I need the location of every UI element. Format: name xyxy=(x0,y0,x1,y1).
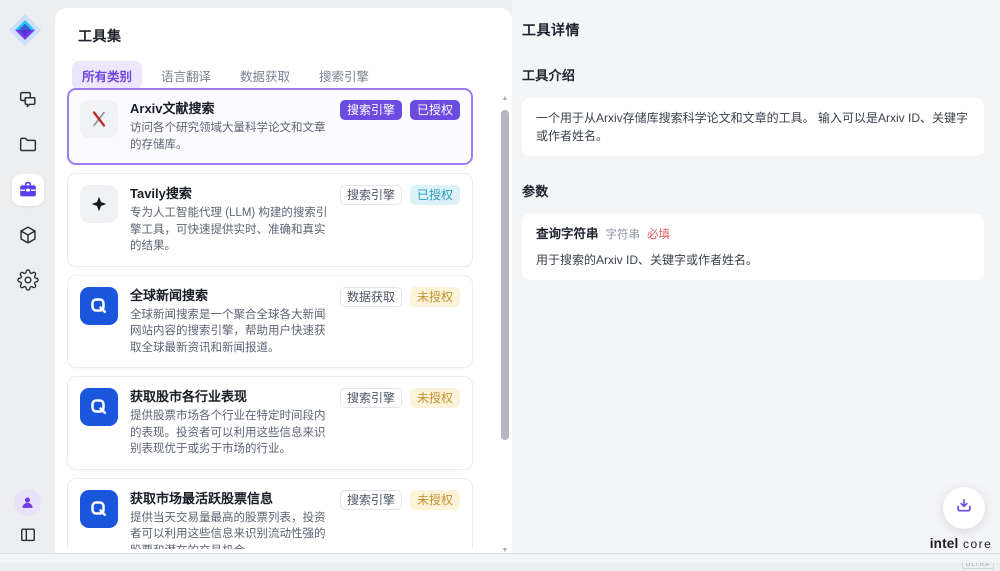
tools-panel: 工具集 所有类别语言翻译数据获取搜索引擎 Arxiv文献搜索访问各个研究领域大量… xyxy=(55,8,512,553)
brand-intel-text: intel xyxy=(930,536,959,551)
folder-icon[interactable] xyxy=(12,129,44,161)
download-button[interactable] xyxy=(943,487,985,529)
category-badge: 搜索引擎 xyxy=(340,388,402,408)
scrollbar-thumb[interactable] xyxy=(501,110,509,440)
app-logo-icon[interactable] xyxy=(7,12,43,48)
settings-gear-icon[interactable] xyxy=(12,264,44,296)
download-icon xyxy=(954,496,974,521)
q-search-icon xyxy=(80,287,118,325)
param-required-badge: 必填 xyxy=(647,227,670,244)
tool-card-title: 获取市场最活跃股票信息 xyxy=(130,490,328,507)
tool-card-title: Arxiv文献搜索 xyxy=(130,100,328,117)
tool-card-description: 提供当天交易量最高的股票列表，投资者可以利用这些信息来识别流动性强的股票和潜在的… xyxy=(130,510,328,550)
auth-status-badge: 未授权 xyxy=(410,388,460,408)
user-avatar[interactable] xyxy=(14,489,41,516)
category-badge: 搜索引擎 xyxy=(340,490,402,510)
category-badge: 数据获取 xyxy=(340,287,402,307)
collapse-panel-icon[interactable] xyxy=(16,523,40,547)
tab-data-fetch[interactable]: 数据获取 xyxy=(230,61,300,90)
sparkle-icon xyxy=(80,185,118,223)
tool-card[interactable]: 获取市场最活跃股票信息提供当天交易量最高的股票列表，投资者可以利用这些信息来识别… xyxy=(67,478,473,550)
chat-icon[interactable] xyxy=(12,84,44,116)
tool-card-description: 专为人工智能代理 (LLM) 构建的搜索引擎工具，可快速提供实时、准确和真实的结… xyxy=(130,205,328,255)
arxiv-icon xyxy=(80,100,118,138)
intro-text-box: 一个用于从Arxiv存储库搜索科学论文和文章的工具。 输入可以是Arxiv ID… xyxy=(522,98,984,156)
cube-icon[interactable] xyxy=(12,219,44,251)
tool-card-title: 获取股市各行业表现 xyxy=(130,388,328,405)
tool-card[interactable]: Tavily搜索专为人工智能代理 (LLM) 构建的搜索引擎工具，可快速提供实时… xyxy=(67,173,473,267)
brand-core-text: core xyxy=(963,537,992,551)
tool-card[interactable]: 全球新闻搜索全球新闻搜索是一个聚合全球各大新闻网站内容的搜索引擎，帮助用户快速获… xyxy=(67,275,473,369)
auth-status-badge: 已授权 xyxy=(410,100,460,120)
tool-detail-panel: 工具详情 工具介绍 一个用于从Arxiv存储库搜索科学论文和文章的工具。 输入可… xyxy=(512,0,1000,553)
params-heading: 参数 xyxy=(522,181,984,200)
tool-card[interactable]: Arxiv文献搜索访问各个研究领域大量科学论文和文章的存储库。搜索引擎已授权 xyxy=(67,88,473,165)
nav-rail xyxy=(0,0,55,553)
tool-card-list: Arxiv文献搜索访问各个研究领域大量科学论文和文章的存储库。搜索引擎已授权Ta… xyxy=(67,88,473,549)
tool-card[interactable]: 获取股市各行业表现提供股票市场各个行业在特定时间段内的表现。投资者可以利用这些信… xyxy=(67,376,473,470)
tool-card-description: 访问各个研究领域大量科学论文和文章的存储库。 xyxy=(130,120,328,153)
auth-status-badge: 已授权 xyxy=(410,185,460,205)
intro-heading: 工具介绍 xyxy=(522,65,984,84)
param-type: 字符串 xyxy=(606,227,641,244)
tool-card-description: 提供股票市场各个行业在特定时间段内的表现。投资者可以利用这些信息来识别表现优于或… xyxy=(130,408,328,458)
intro-text: 一个用于从Arxiv存储库搜索科学论文和文章的工具。 输入可以是Arxiv ID… xyxy=(536,111,968,143)
category-badge: 搜索引擎 xyxy=(340,100,402,120)
tab-search-engine[interactable]: 搜索引擎 xyxy=(309,61,379,90)
param-name: 查询字符串 xyxy=(536,225,599,244)
param-box: 查询字符串 字符串 必填 用于搜索的Arxiv ID、关键字或作者姓名。 xyxy=(522,214,984,280)
detail-title: 工具详情 xyxy=(522,20,984,40)
tool-card-title: 全球新闻搜索 xyxy=(130,287,328,304)
param-description: 用于搜索的Arxiv ID、关键字或作者姓名。 xyxy=(536,251,970,269)
tool-card-title: Tavily搜索 xyxy=(130,185,328,202)
q-search-icon xyxy=(80,490,118,528)
auth-status-badge: 未授权 xyxy=(410,287,460,307)
list-scrollbar[interactable]: ▲ ▼ xyxy=(500,94,510,556)
category-tabs: 所有类别语言翻译数据获取搜索引擎 xyxy=(72,61,512,90)
tools-panel-title: 工具集 xyxy=(55,8,512,46)
tab-language-translate[interactable]: 语言翻译 xyxy=(151,61,221,90)
auth-status-badge: 未授权 xyxy=(410,490,460,510)
q-search-icon xyxy=(80,388,118,426)
bottom-edge xyxy=(0,553,1000,563)
toolbox-icon[interactable] xyxy=(12,174,44,206)
tab-all-categories[interactable]: 所有类别 xyxy=(72,61,142,90)
category-badge: 搜索引擎 xyxy=(340,185,402,205)
scroll-up-arrow-icon[interactable]: ▲ xyxy=(500,94,510,104)
tool-card-description: 全球新闻搜索是一个聚合全球各大新闻网站内容的搜索引擎，帮助用户快速获取全球最新资… xyxy=(130,307,328,357)
